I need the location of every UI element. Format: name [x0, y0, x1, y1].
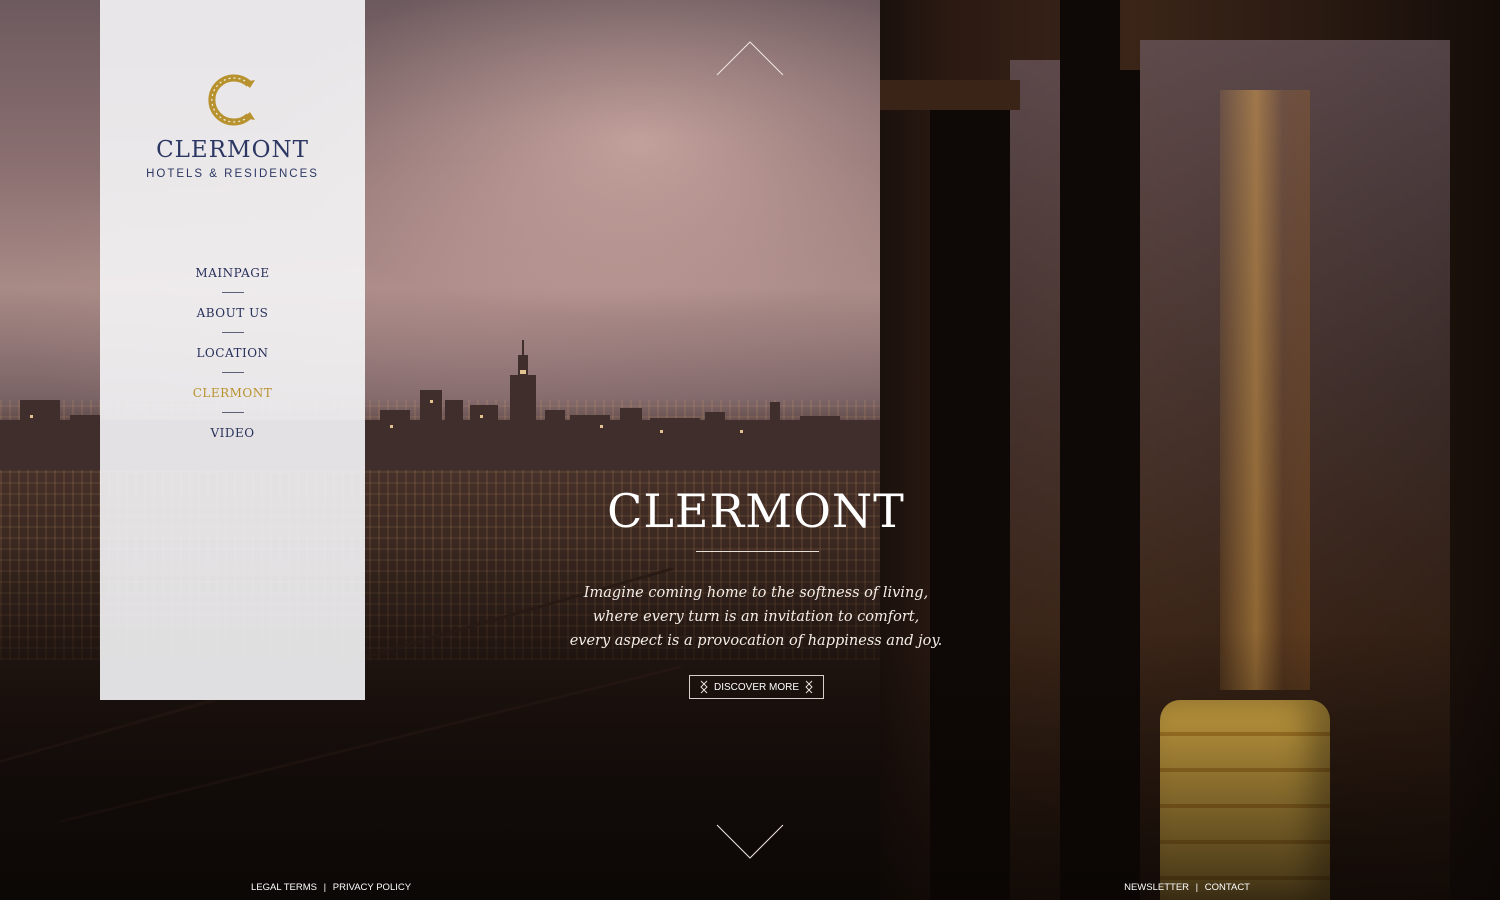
hero-divider [696, 551, 819, 552]
nav-item-location[interactable]: LOCATION [100, 345, 365, 385]
nav-divider [222, 332, 244, 333]
main-nav: MAINPAGE ABOUT US LOCATION CLERMONT VIDE… [100, 265, 365, 465]
nav-item-clermont[interactable]: CLERMONT [100, 385, 365, 425]
discover-more-button[interactable]: DISCOVER MORE [689, 675, 824, 699]
brand-subtitle: HOTELS & RESIDENCES [146, 168, 319, 180]
nav-item-label: CLERMONT [192, 386, 273, 400]
nav-divider [222, 292, 244, 293]
nav-item-mainpage[interactable]: MAINPAGE [100, 265, 365, 305]
legal-terms-link[interactable]: LEGAL TERMS [251, 882, 317, 893]
newsletter-link[interactable]: NEWSLETTER [1124, 882, 1189, 893]
nav-item-label: MAINPAGE [195, 266, 270, 280]
nav-item-video[interactable]: VIDEO [100, 425, 365, 465]
hero-line: where every turn is an invitation to com… [592, 609, 920, 625]
nav-divider [222, 372, 244, 373]
chevron-up-icon[interactable] [716, 40, 784, 76]
contact-link[interactable]: CONTACT [1205, 882, 1250, 893]
hero-tagline: Imagine coming home to the softness of l… [556, 581, 956, 653]
ornament-right-icon [805, 680, 813, 694]
footer-right-links: NEWSLETTER | CONTACT [1124, 882, 1250, 893]
nav-item-about-us[interactable]: ABOUT US [100, 305, 365, 345]
brand-name: CLERMONT [156, 137, 309, 163]
ornament-left-icon [700, 680, 708, 694]
sidebar: CLERMONT HOTELS & RESIDENCES MAINPAGE AB… [100, 0, 365, 700]
footer-left-links: LEGAL TERMS | PRIVACY POLICY [251, 882, 411, 893]
hero-line: Imagine coming home to the softness of l… [583, 585, 929, 601]
hero-line: every aspect is a provocation of happine… [569, 633, 943, 649]
discover-more-label: DISCOVER MORE [713, 681, 799, 693]
c-monogram-icon[interactable] [203, 70, 263, 130]
nav-item-label: VIDEO [210, 426, 255, 440]
nav-divider [222, 412, 244, 413]
hero-title: CLERMONT [607, 484, 905, 538]
nav-item-label: LOCATION [196, 346, 269, 360]
privacy-policy-link[interactable]: PRIVACY POLICY [333, 882, 411, 893]
nav-item-label: ABOUT US [196, 306, 269, 320]
chevron-down-icon[interactable] [716, 824, 784, 860]
footer-separator: | [1195, 882, 1199, 893]
footer-separator: | [323, 882, 327, 893]
